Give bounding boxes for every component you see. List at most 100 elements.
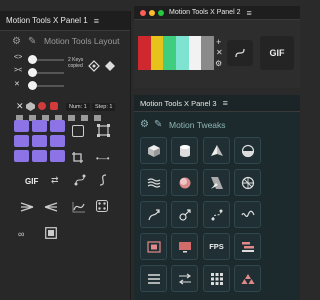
gif-label[interactable]: GIF — [25, 177, 38, 186]
layer-bars-button[interactable] — [234, 233, 261, 260]
slider-row-2: >< — [14, 67, 66, 77]
hexagon-icon[interactable] — [26, 102, 35, 111]
anchor-bottom-right[interactable] — [50, 150, 65, 162]
grid-dots-button[interactable] — [203, 265, 230, 292]
color-swatches — [138, 36, 215, 70]
anchor-middle-left[interactable] — [14, 135, 29, 147]
motion-path-button[interactable] — [203, 201, 230, 228]
keys-copied-label: 2 Keys copied — [68, 57, 84, 69]
panel-3-title-bar: Motion Tools X Panel 3 ≡ — [134, 95, 300, 112]
cylinder-button[interactable] — [171, 137, 198, 164]
s-curve-icon[interactable] — [98, 174, 108, 186]
gear-icon[interactable]: ⚙ — [140, 119, 149, 130]
pencil-icon[interactable]: ✎ — [154, 119, 162, 130]
toggle-arrows-icon[interactable]: ⇄ — [51, 175, 59, 186]
window-close-icon[interactable] — [140, 9, 146, 16]
fps-label: FPS — [209, 242, 224, 251]
sphere-button[interactable] — [171, 169, 198, 196]
keyframe-copy-icon[interactable] — [104, 60, 116, 72]
add-swatch-icon[interactable]: + — [216, 37, 221, 47]
anchor-bottom-left[interactable] — [14, 150, 29, 162]
step-label[interactable]: Step: 1 — [92, 103, 116, 111]
film-frame-button[interactable] — [140, 233, 167, 260]
stop-icon[interactable] — [50, 102, 58, 110]
shatter-button[interactable] — [234, 169, 261, 196]
anchor-grid — [14, 120, 65, 163]
hamburger-menu-icon[interactable]: ≡ — [94, 16, 99, 26]
panel-3-title: Motion Tools X Panel 3 — [140, 98, 217, 108]
hamburger-menu-icon[interactable]: ≡ — [246, 8, 251, 18]
swatch-green[interactable] — [163, 36, 177, 70]
cube-button[interactable] — [140, 137, 167, 164]
arrows-left-icon: <> — [14, 54, 23, 61]
anchor-top-center[interactable] — [32, 120, 47, 132]
panel-2-title: Motion Tools X Panel 2 — [169, 9, 241, 16]
gif-button-label: GIF — [269, 48, 285, 58]
square-icon[interactable] — [72, 125, 84, 137]
crop-icon[interactable] — [72, 152, 83, 163]
panel-1: Motion Tools X Panel 1 ≡ ⚙ ✎ Motion Tool… — [0, 11, 131, 300]
slider-knob-3[interactable] — [28, 81, 37, 90]
tweaks-label: Motion Tweaks — [169, 120, 226, 130]
arrows-right-icon: >< — [14, 67, 23, 74]
gear-icon[interactable]: ⚙ — [12, 36, 21, 47]
slider-row-3: ✕ — [14, 81, 66, 90]
triangles-button[interactable] — [234, 265, 261, 292]
panel-2-title-bar: Motion Tools X Panel 2 ≡ — [134, 6, 300, 20]
panel-1-title: Motion Tools X Panel 1 — [6, 16, 88, 25]
slider-row-1: <> — [14, 54, 66, 64]
slider-knob-1[interactable] — [28, 55, 37, 64]
keyframe-paste-icon[interactable] — [88, 60, 100, 72]
swatch-teal[interactable] — [176, 36, 189, 70]
anchor-center[interactable] — [32, 135, 47, 147]
record-icon[interactable] — [38, 102, 46, 110]
split-shape-button[interactable] — [203, 169, 230, 196]
wave-button[interactable] — [140, 169, 167, 196]
slider-knob-2[interactable] — [28, 68, 37, 77]
pencil-icon[interactable]: ✎ — [28, 36, 36, 47]
panel-1-title-bar: Motion Tools X Panel 1 ≡ — [0, 11, 130, 31]
graph-curve-icon[interactable] — [72, 201, 86, 213]
window-minimize-icon[interactable] — [149, 9, 155, 16]
merge-lines-icon[interactable] — [44, 201, 58, 213]
monitor-button[interactable] — [171, 233, 198, 260]
box-icon[interactable] — [68, 115, 75, 121]
link-dots-icon[interactable]: •—• — [96, 154, 110, 163]
spread-lines-icon[interactable] — [20, 201, 34, 213]
swatch-gray[interactable] — [201, 36, 215, 70]
anchor-middle-right[interactable] — [50, 135, 65, 147]
remove-swatch-icon[interactable]: ✕ — [216, 48, 223, 57]
swatch-red[interactable] — [138, 36, 151, 70]
cross-icon: ✕ — [14, 81, 20, 88]
fill-icon[interactable] — [81, 115, 88, 121]
bounding-box-icon[interactable] — [97, 124, 110, 137]
flag-icon[interactable] — [94, 115, 101, 121]
swap-arrows-button[interactable] — [171, 265, 198, 292]
anchor-bottom-center[interactable] — [32, 150, 47, 162]
hamburger-menu-icon[interactable]: ≡ — [223, 98, 228, 108]
gif-button[interactable]: GIF — [260, 36, 294, 70]
gender-nodes-button[interactable] — [171, 201, 198, 228]
swatch-yellow[interactable] — [150, 36, 164, 70]
window-maximize-icon[interactable] — [158, 9, 164, 16]
squiggle-button[interactable] — [234, 201, 261, 228]
half-sphere-button[interactable] — [234, 137, 261, 164]
swatch-settings-icon[interactable]: ⚙ — [215, 59, 222, 68]
num-label[interactable]: Num: 1 — [66, 103, 90, 111]
swatch-curve-button[interactable] — [227, 40, 253, 66]
cross-small-icon[interactable]: ✕ — [16, 101, 24, 112]
layout-label: Motion Tools Layout — [44, 36, 120, 46]
fps-button[interactable]: FPS — [203, 233, 230, 260]
anchor-top-left[interactable] — [14, 120, 29, 132]
lines-button[interactable] — [140, 265, 167, 292]
panel-2: Motion Tools X Panel 2 ≡ + ✕ ⚙ GIF — [134, 6, 300, 88]
anchor-top-right[interactable] — [50, 120, 65, 132]
pyramid-button[interactable] — [203, 137, 230, 164]
frame-icon[interactable] — [45, 227, 57, 239]
dice-icon[interactable] — [96, 200, 108, 212]
swatch-white[interactable] — [188, 36, 202, 70]
bezier-icon[interactable] — [74, 174, 86, 186]
path-arrow-button[interactable] — [140, 201, 167, 228]
panel-3: Motion Tools X Panel 3 ≡ ⚙ ✎ Motion Twea… — [134, 95, 300, 300]
link-loop-icon[interactable]: ∞ — [18, 229, 24, 239]
